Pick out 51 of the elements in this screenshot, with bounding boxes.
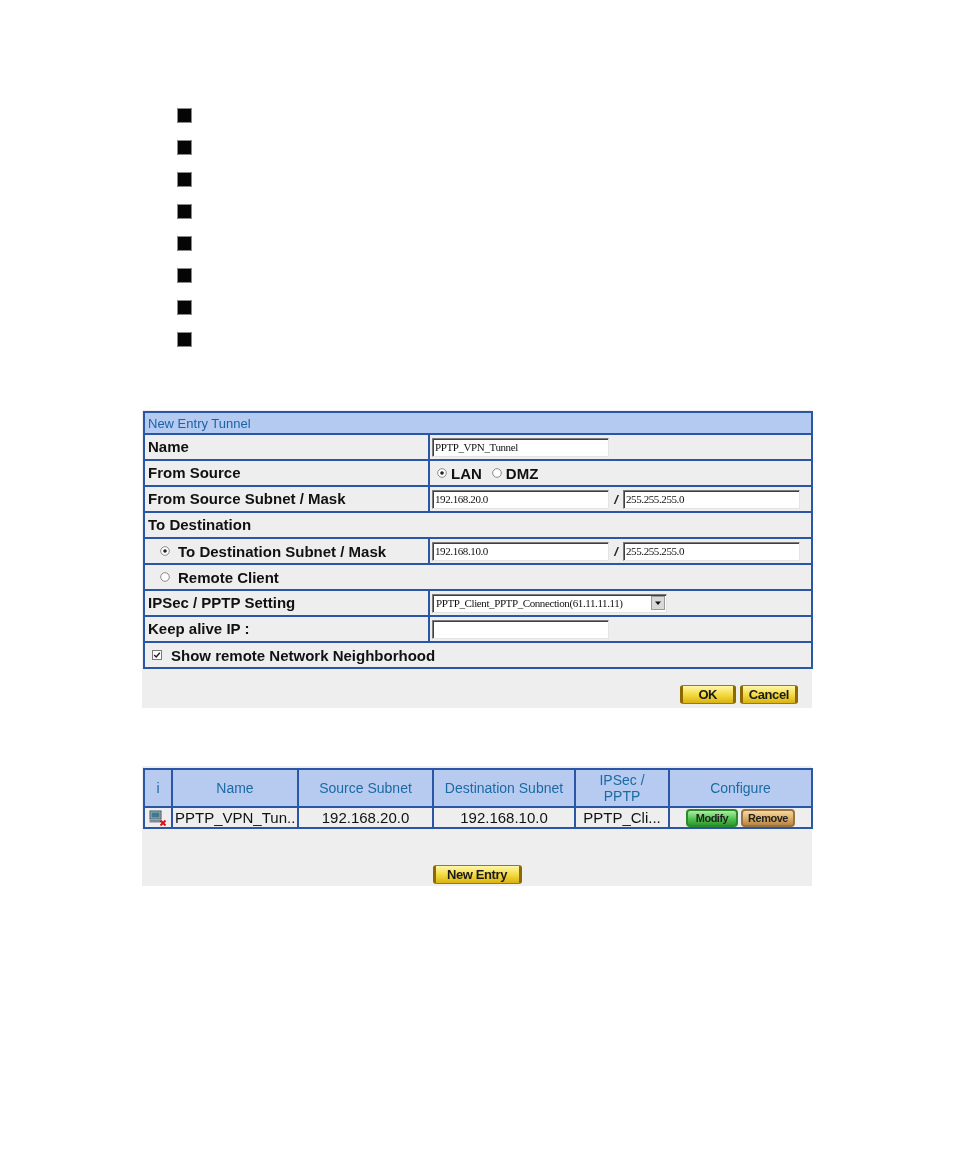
new-entry-button[interactable]: New Entry <box>432 865 522 884</box>
field-label: Name <box>148 438 189 455</box>
select-field[interactable]: PPTP_Client_PPTP_Connection(61.11.11.11) <box>432 593 667 613</box>
radio-label: To Destination Subnet / Mask <box>178 542 387 560</box>
bullet-icon <box>178 237 191 250</box>
bullet-icon <box>178 173 191 186</box>
field-label: IPSec / PPTP Setting <box>148 594 296 611</box>
subnet-field[interactable]: 192.168.10.0 <box>432 541 609 561</box>
column-header: Configure <box>669 769 812 807</box>
mask-field[interactable]: 255.255.255.0 <box>623 489 800 509</box>
radio-button[interactable] <box>491 468 502 478</box>
form-button[interactable]: Cancel <box>739 685 798 704</box>
mask-field[interactable]: 255.255.255.0 <box>623 541 800 561</box>
form-button[interactable]: OK <box>679 685 736 704</box>
checkbox[interactable] <box>152 650 162 660</box>
radio-label: Remote Client <box>178 568 279 586</box>
field-label: From Source <box>148 464 241 481</box>
table-cell: PPTP_VPN_Tun.. <box>172 807 298 828</box>
separator-text: / <box>613 543 620 559</box>
table-cell: PPTP_Cli... <box>575 807 669 828</box>
column-header: IPSec / PPTP <box>575 769 669 807</box>
checkbox-label: Show remote Network Neighborhood <box>171 646 436 664</box>
field-label: Keep alive IP : <box>148 620 250 637</box>
row-action-button[interactable]: Remove <box>741 808 795 827</box>
column-header: Name <box>172 769 298 807</box>
bullet-icon <box>178 333 191 346</box>
column-header: i <box>144 769 172 807</box>
computer-x-icon <box>149 809 167 826</box>
text-field[interactable]: PPTP_VPN_Tunnel <box>432 437 609 457</box>
radio-button[interactable] <box>437 468 447 478</box>
field-label: From Source Subnet / Mask <box>148 490 346 507</box>
subnet-field[interactable]: 192.168.20.0 <box>432 489 609 509</box>
bullet-icon <box>178 141 191 154</box>
row-action-button[interactable]: Modify <box>686 808 738 827</box>
caret-icon <box>651 596 665 610</box>
radio-label: DMZ <box>505 464 539 482</box>
column-header: Source Subnet <box>298 769 433 807</box>
separator-text: / <box>613 491 620 507</box>
radio-button[interactable] <box>160 572 170 582</box>
table-cell: 192.168.20.0 <box>298 807 433 828</box>
radio-label: LAN <box>451 464 482 482</box>
bullet-icon <box>178 109 191 122</box>
section-label: To Destination <box>148 516 252 533</box>
text-field[interactable] <box>432 619 609 639</box>
bullet-icon <box>178 301 191 314</box>
radio-button[interactable] <box>160 546 170 556</box>
bullet-icon <box>178 205 191 218</box>
form-title: New Entry Tunnel <box>144 412 812 434</box>
column-header: Destination Subnet <box>433 769 575 807</box>
table-cell: 192.168.10.0 <box>433 807 575 828</box>
bullet-icon <box>178 269 191 282</box>
